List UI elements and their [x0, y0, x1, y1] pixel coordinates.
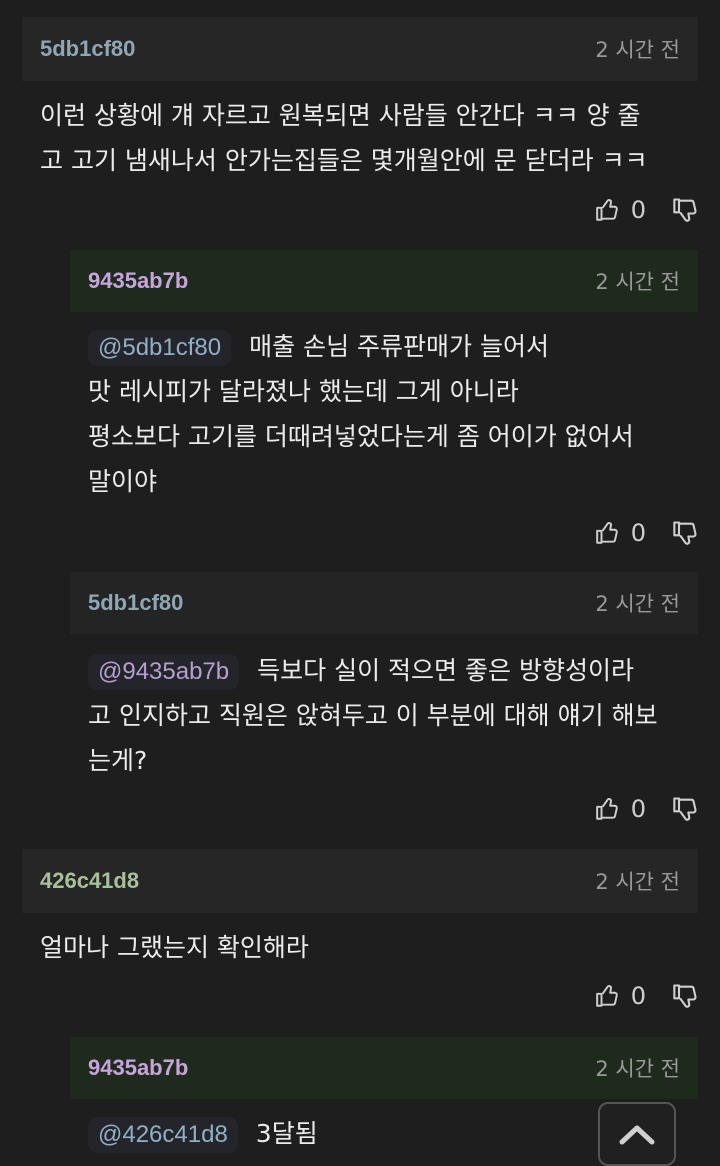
- reply-comment: 5db1cf80 2 시간 전 @9435ab7b 득보다 실이 적으면 좋은 방…: [70, 572, 698, 783]
- comment: 5db1cf80 2 시간 전 이런 상황에 걔 자르고 원복되면 사람들 안간…: [22, 17, 698, 183]
- comment-line: 맛 레시피가 달라졌나 했는데 그게 아니라: [88, 377, 519, 406]
- comment-line: 는게?: [88, 746, 148, 775]
- mention-tag[interactable]: @5db1cf80: [88, 330, 232, 366]
- comment-header: 426c41d8 2 시간 전: [22, 849, 698, 913]
- comment-line: 득보다 실이 적으면 좋은 방향성이라: [257, 656, 634, 685]
- mention-tag[interactable]: @426c41d8: [88, 1117, 238, 1153]
- comment-body: 이런 상황에 걔 자르고 원복되면 사람들 안간다 ㅋㅋ 양 줄 고 고기 냄새…: [22, 81, 698, 183]
- comment-line: 이런 상황에 걔 자르고 원복되면 사람들 안간다 ㅋㅋ 양 줄: [40, 101, 641, 130]
- comment-time: 2 시간 전: [595, 870, 680, 894]
- comment: 426c41d8 2 시간 전 얼마나 그랬는지 확인해라: [22, 849, 698, 970]
- comment-author[interactable]: 5db1cf80: [40, 36, 135, 62]
- thumbs-down-icon[interactable]: [672, 196, 700, 224]
- comment-line: 고 인지하고 직원은 앉혀두고 이 부분에 대해 얘기 해보: [88, 701, 658, 730]
- comment-header: 9435ab7b 2 시간 전: [70, 1037, 698, 1099]
- comment-line: 3달됨: [255, 1119, 318, 1148]
- reply-comment: 9435ab7b 2 시간 전 @5db1cf80 매출 손님 주류판매가 늘어서…: [70, 250, 698, 504]
- vote-bar: 0: [595, 519, 700, 547]
- thumbs-up-icon[interactable]: [595, 983, 621, 1009]
- comment-line: 얼마나 그랬는지 확인해라: [40, 933, 309, 962]
- like-count: 0: [630, 196, 646, 224]
- comment-time: 2 시간 전: [595, 1057, 680, 1081]
- thumbs-down-icon[interactable]: [672, 982, 700, 1010]
- thumbs-up-icon[interactable]: [595, 197, 621, 223]
- comment-line: 고 고기 냄새나서 안가는집들은 몇개월안에 문 닫더라 ㅋㅋ: [40, 146, 648, 175]
- thumbs-up-icon[interactable]: [595, 796, 621, 822]
- thumbs-down-icon[interactable]: [672, 519, 700, 547]
- comment-time: 2 시간 전: [595, 270, 680, 294]
- vote-bar: 0: [595, 982, 700, 1010]
- comment-author[interactable]: 426c41d8: [40, 868, 139, 894]
- comment-line: 말이야: [88, 467, 158, 496]
- like-count: 0: [630, 519, 646, 547]
- comment-header: 5db1cf80 2 시간 전: [70, 572, 698, 634]
- scroll-top-button[interactable]: [598, 1102, 676, 1166]
- comment-header: 9435ab7b 2 시간 전: [70, 250, 698, 312]
- like-count: 0: [630, 795, 646, 823]
- comment-line: 평소보다 고기를 더때려넣었다는게 좀 어이가 없어서: [88, 422, 634, 451]
- vote-bar: 0: [595, 196, 700, 224]
- comment-author[interactable]: 9435ab7b: [88, 1055, 188, 1081]
- like-count: 0: [630, 982, 646, 1010]
- comment-line: 매출 손님 주류판매가 늘어서: [249, 332, 549, 361]
- mention-tag[interactable]: @9435ab7b: [88, 654, 240, 690]
- comment-time: 2 시간 전: [595, 38, 680, 62]
- comment-author[interactable]: 5db1cf80: [88, 590, 183, 616]
- comment-body: 얼마나 그랬는지 확인해라: [22, 913, 698, 970]
- vote-bar: 0: [595, 795, 700, 823]
- comment-body: @9435ab7b 득보다 실이 적으면 좋은 방향성이라 고 인지하고 직원은 …: [70, 634, 698, 783]
- thumbs-up-icon[interactable]: [595, 520, 621, 546]
- comment-time: 2 시간 전: [595, 592, 680, 616]
- chevron-up-icon: [619, 1125, 655, 1145]
- comment-body: @5db1cf80 매출 손님 주류판매가 늘어서 맛 레시피가 달라졌나 했는데…: [70, 312, 698, 504]
- comment-author[interactable]: 9435ab7b: [88, 268, 188, 294]
- comment-header: 5db1cf80 2 시간 전: [22, 17, 698, 81]
- thumbs-down-icon[interactable]: [672, 795, 700, 823]
